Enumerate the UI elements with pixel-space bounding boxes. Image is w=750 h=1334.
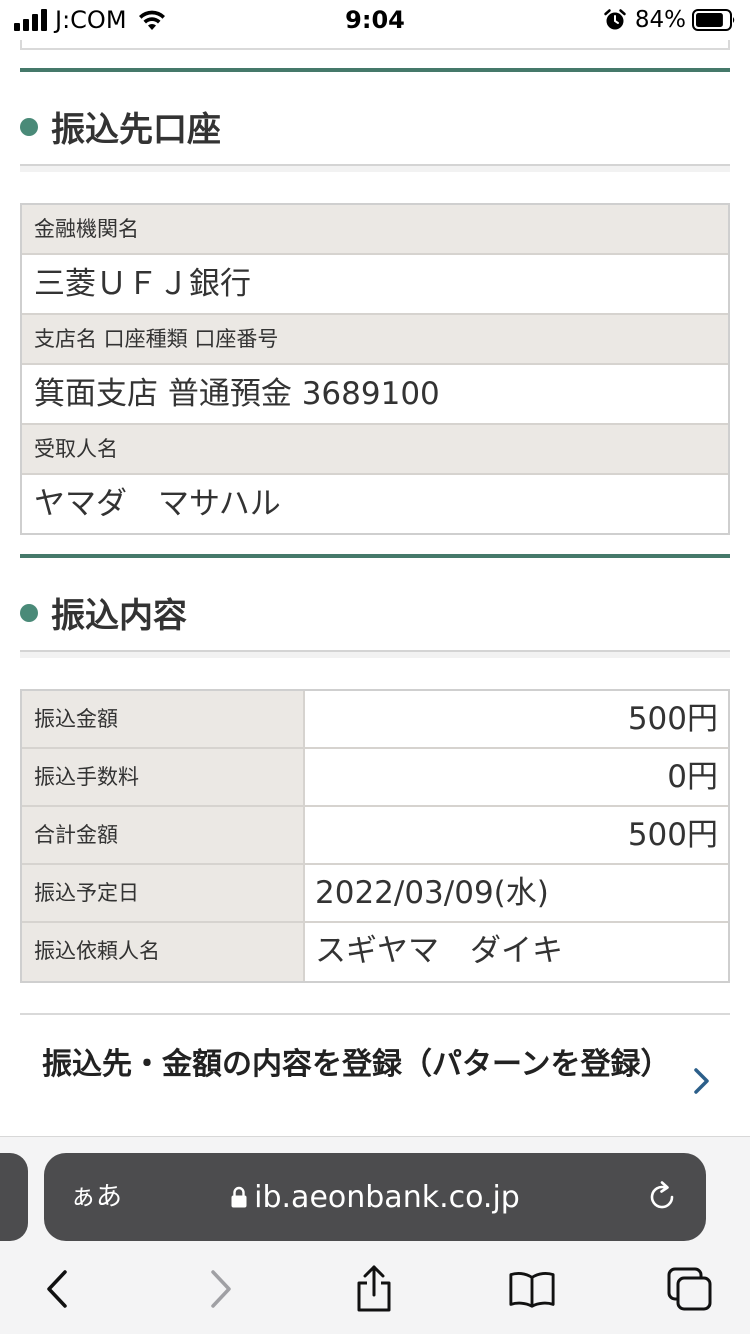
- field-label-bank: 金融機関名: [22, 205, 728, 255]
- table-row: 振込依頼人名 スギヤマ ダイキ: [22, 923, 728, 981]
- field-value-bank: 三菱ＵＦＪ銀行: [22, 255, 728, 315]
- browser-bottom-bar: ぁあ ib.aeonbank.co.jp: [0, 1136, 750, 1334]
- lock-icon: [231, 1186, 247, 1208]
- row-value-fee: 0円: [667, 759, 718, 795]
- row-label-amount: 振込金額: [22, 691, 305, 747]
- share-button[interactable]: [350, 1265, 398, 1313]
- status-bar: J:COM 9:04 84%: [0, 0, 750, 40]
- register-pattern-label: 振込先・金額の内容を登録（パターンを登録）: [42, 1047, 671, 1082]
- reload-icon[interactable]: [644, 1179, 680, 1215]
- row-label-scheduled-date: 振込予定日: [22, 865, 305, 921]
- row-value-requester: スギヤマ ダイキ: [315, 933, 563, 969]
- section-heading-payee: 振込先口座: [20, 102, 221, 151]
- bookmarks-icon: [509, 1271, 555, 1308]
- back-icon: [47, 1270, 67, 1308]
- previous-table-bottom: [20, 40, 730, 50]
- battery-icon: [692, 9, 735, 31]
- previous-tab-peek[interactable]: [0, 1153, 28, 1241]
- section-underline: [20, 650, 730, 658]
- section-heading-transfer: 振込内容: [20, 588, 187, 637]
- row-value-total: 500円: [627, 817, 718, 853]
- alarm-icon: [604, 9, 626, 30]
- table-row: 振込手数料 0円: [22, 749, 728, 807]
- row-label-total: 合計金額: [22, 807, 305, 863]
- transfer-details-table: 振込金額 500円 振込手数料 0円 合計金額 500円 振込予定日 2022/…: [20, 689, 730, 983]
- bullet-dot-icon: [20, 603, 38, 622]
- register-pattern-link[interactable]: 振込先・金額の内容を登録（パターンを登録）: [20, 1040, 730, 1130]
- section-title: 振込内容: [51, 596, 187, 636]
- tabs-button[interactable]: [666, 1265, 714, 1313]
- chevron-right-icon: [694, 1068, 709, 1094]
- payee-account-table: 金融機関名 三菱ＵＦＪ銀行 支店名 口座種類 口座番号 箕面支店 普通預金 36…: [20, 203, 730, 535]
- field-value-recipient: ヤマダ マサハル: [22, 475, 728, 533]
- address-bar[interactable]: ぁあ ib.aeonbank.co.jp: [44, 1153, 706, 1241]
- tabs-icon: [667, 1267, 712, 1311]
- section-divider: [20, 68, 730, 72]
- row-value-scheduled-date: 2022/03/09(水): [315, 875, 549, 911]
- url-text: ib.aeonbank.co.jp: [254, 1179, 520, 1215]
- table-row: 合計金額 500円: [22, 807, 728, 865]
- row-label-fee: 振込手数料: [22, 749, 305, 805]
- divider: [20, 1013, 730, 1015]
- field-value-branch-account: 箕面支店 普通預金 3689100: [22, 365, 728, 425]
- back-button[interactable]: [34, 1265, 82, 1313]
- section-underline: [20, 164, 730, 172]
- battery-percentage: 84%: [634, 7, 686, 33]
- field-label-branch-account: 支店名 口座種類 口座番号: [22, 315, 728, 365]
- bullet-dot-icon: [20, 117, 38, 136]
- forward-button[interactable]: [196, 1265, 244, 1313]
- row-label-requester: 振込依頼人名: [22, 923, 305, 981]
- bookmarks-button[interactable]: [508, 1265, 556, 1313]
- field-label-recipient: 受取人名: [22, 425, 728, 475]
- row-value-amount: 500円: [627, 701, 718, 737]
- section-divider: [20, 554, 730, 558]
- section-title: 振込先口座: [51, 110, 221, 150]
- share-icon: [357, 1265, 391, 1312]
- table-row: 振込予定日 2022/03/09(水): [22, 865, 728, 923]
- browser-toolbar: [0, 1255, 750, 1325]
- page-content: 振込先口座 金融機関名 三菱ＵＦＪ銀行 支店名 口座種類 口座番号 箕面支店 普…: [0, 40, 750, 1136]
- forward-icon: [211, 1270, 231, 1308]
- table-row: 振込金額 500円: [22, 691, 728, 749]
